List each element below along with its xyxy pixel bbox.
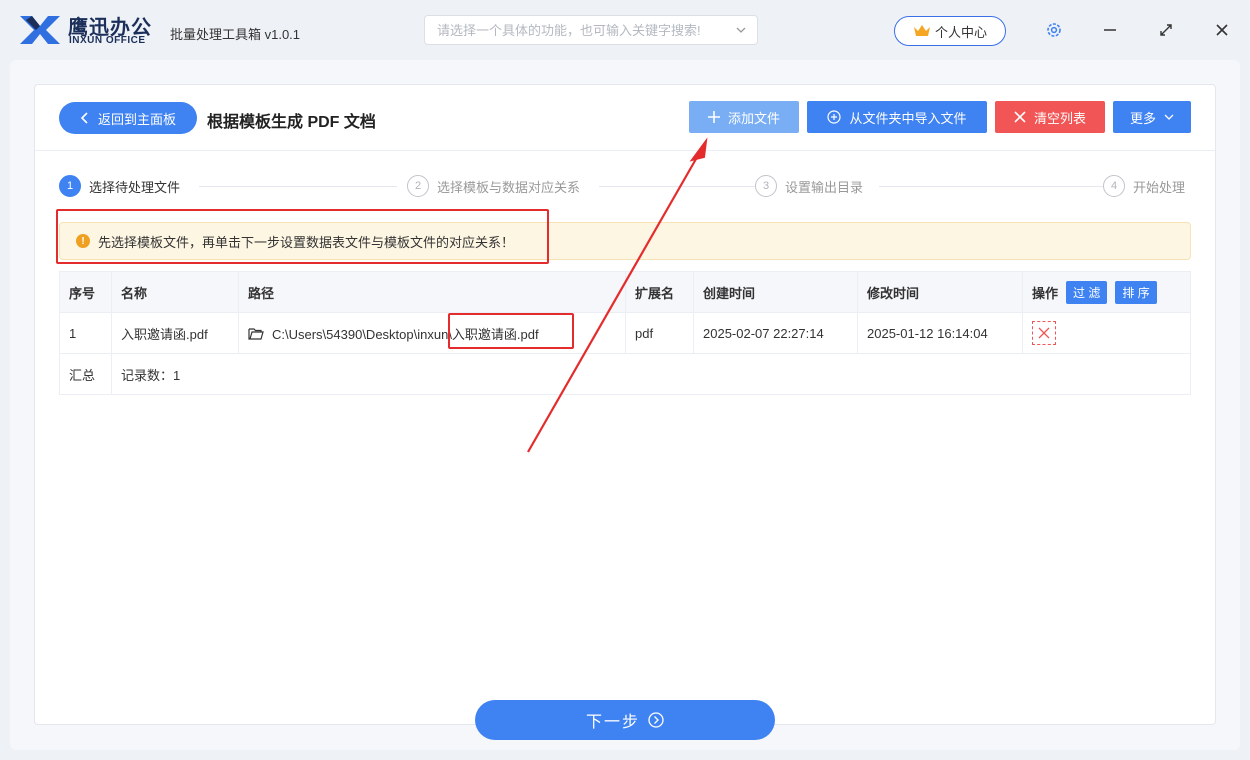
header-path: 路径 xyxy=(239,272,626,312)
cell-modified: 2025-01-12 16:14:04 xyxy=(858,313,1023,353)
step-3: 3 设置输出目录 xyxy=(755,175,872,197)
header-name: 名称 xyxy=(112,272,239,312)
header-index: 序号 xyxy=(60,272,112,312)
maximize-button[interactable] xyxy=(1156,20,1176,40)
user-center-button[interactable]: 个人中心 xyxy=(894,16,1006,46)
panel-header: 返回到主面板 根据模板生成 PDF 文档 添加文件 从文件夹中导入文件 清空列表… xyxy=(35,85,1215,151)
step-connector xyxy=(879,186,1103,187)
header-actions: 操作 过 滤 排 序 xyxy=(1023,272,1192,312)
close-icon xyxy=(1014,111,1026,123)
step-2: 2 选择模板与数据对应关系 xyxy=(407,175,589,197)
crown-icon xyxy=(913,25,930,36)
clear-list-button[interactable]: 清空列表 xyxy=(995,101,1105,133)
gear-icon xyxy=(1047,23,1061,37)
search-input[interactable] xyxy=(425,16,757,44)
settings-button[interactable] xyxy=(1044,20,1064,40)
step-connector xyxy=(199,186,397,187)
plus-icon xyxy=(707,111,720,123)
summary-label: 汇总 xyxy=(60,354,112,394)
cell-path: C:\Users\54390\Desktop\inxun\入职邀请函.pdf xyxy=(239,313,626,353)
next-step-button[interactable]: 下一步 xyxy=(475,700,775,740)
table-header-row: 序号 名称 路径 扩展名 创建时间 修改时间 操作 过 滤 排 序 xyxy=(60,272,1190,313)
cell-name: 入职邀请函.pdf xyxy=(112,313,239,353)
back-to-home-button[interactable]: 返回到主面板 xyxy=(59,102,197,134)
add-file-label: 添加文件 xyxy=(727,110,780,126)
step-connector xyxy=(599,186,755,187)
minimize-icon xyxy=(1104,29,1116,31)
clear-list-label: 清空列表 xyxy=(1033,110,1086,126)
delete-row-button[interactable] xyxy=(1032,321,1056,345)
step-label: 开始处理 xyxy=(1133,179,1186,195)
next-label: 下一步 xyxy=(585,714,640,731)
app-logo-icon xyxy=(20,16,60,44)
warning-icon: ! xyxy=(76,234,90,248)
record-count: 记录数：1 xyxy=(121,367,181,383)
title-bar: 鹰迅办公 INXUN OFFICE 批量处理工具箱 v1.0.1 个人中心 xyxy=(0,0,1250,60)
add-file-button[interactable]: 添加文件 xyxy=(689,101,799,133)
summary-row: 汇总 记录数：1 xyxy=(60,354,1190,395)
user-center-label: 个人中心 xyxy=(934,24,987,40)
step-number: 3 xyxy=(755,175,777,197)
more-label: 更多 xyxy=(1129,110,1156,126)
close-icon xyxy=(1216,24,1228,36)
cell-created: 2025-02-07 22:27:14 xyxy=(694,313,858,353)
path-text: C:\Users\54390\Desktop\inxun\入职邀请函.pdf xyxy=(272,326,539,342)
step-4: 4 开始处理 xyxy=(1103,175,1186,197)
more-button[interactable]: 更多 xyxy=(1113,101,1191,133)
table-row[interactable]: 1 入职邀请函.pdf C:\Users\54390\Desktop\inxun… xyxy=(60,313,1190,354)
expand-icon xyxy=(1160,24,1172,36)
file-table: 序号 名称 路径 扩展名 创建时间 修改时间 操作 过 滤 排 序 1 入职邀请… xyxy=(59,271,1191,395)
step-label: 设置输出目录 xyxy=(785,179,864,195)
cell-index: 1 xyxy=(60,313,112,353)
step-number: 1 xyxy=(59,175,81,197)
filter-button[interactable]: 过 滤 xyxy=(1066,280,1108,304)
header-created: 创建时间 xyxy=(694,272,858,312)
app-title: 批量处理工具箱 v1.0.1 xyxy=(170,27,301,42)
step-1: 1 选择待处理文件 xyxy=(59,175,189,197)
main-panel: 返回到主面板 根据模板生成 PDF 文档 添加文件 从文件夹中导入文件 清空列表… xyxy=(34,84,1216,725)
folder-open-icon[interactable] xyxy=(248,327,264,340)
step-label: 选择模板与数据对应关系 xyxy=(437,179,581,195)
minimize-button[interactable] xyxy=(1100,20,1120,40)
import-folder-label: 从文件夹中导入文件 xyxy=(849,110,967,126)
back-label: 返回到主面板 xyxy=(97,111,176,127)
step-label: 选择待处理文件 xyxy=(89,179,181,195)
cell-actions xyxy=(1023,313,1192,353)
circle-plus-icon xyxy=(827,110,842,124)
chevron-down-icon xyxy=(1164,114,1174,120)
step-number: 2 xyxy=(407,175,429,197)
chevron-left-icon xyxy=(80,112,88,124)
step-indicator: 1 选择待处理文件 2 选择模板与数据对应关系 3 设置输出目录 4 开始处理 xyxy=(59,175,1191,197)
step-number: 4 xyxy=(1103,175,1125,197)
page-title: 根据模板生成 PDF 文档 xyxy=(207,114,376,131)
circle-arrow-right-icon xyxy=(648,712,664,728)
chevron-down-icon[interactable] xyxy=(735,24,747,36)
alert-text: 先选择模板文件，再单击下一步设置数据表文件与模板文件的对应关系！ xyxy=(98,234,515,250)
sort-button[interactable]: 排 序 xyxy=(1115,280,1157,304)
header-ext: 扩展名 xyxy=(626,272,694,312)
feature-search[interactable] xyxy=(424,15,758,45)
brand-name-en: INXUN OFFICE xyxy=(69,35,146,46)
close-icon xyxy=(1038,327,1050,339)
cell-ext: pdf xyxy=(626,313,694,353)
import-folder-button[interactable]: 从文件夹中导入文件 xyxy=(807,101,987,133)
close-button[interactable] xyxy=(1212,20,1232,40)
header-modified: 修改时间 xyxy=(858,272,1023,312)
actions-label: 操作 xyxy=(1032,285,1059,301)
info-alert: ! 先选择模板文件，再单击下一步设置数据表文件与模板文件的对应关系！ xyxy=(59,222,1191,260)
